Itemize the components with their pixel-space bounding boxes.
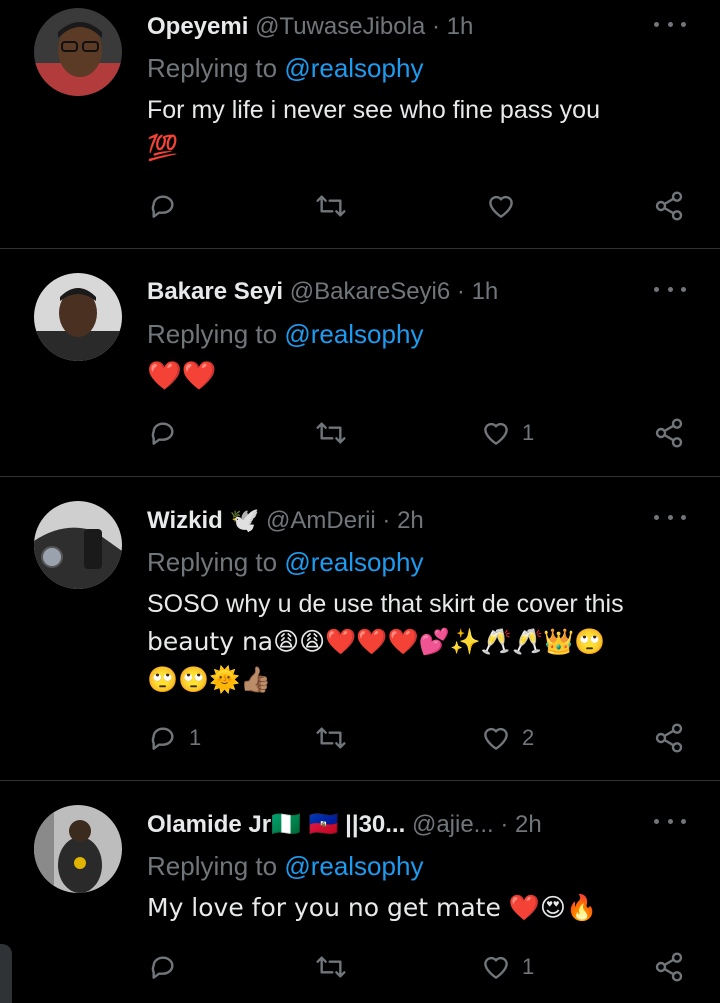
tweet-text: For my life i never see who fine pass yo… — [147, 91, 697, 167]
replying-to-label: Replying to — [147, 319, 278, 349]
user-handle[interactable]: @AmDerii — [266, 507, 376, 534]
like-count: 2 — [522, 725, 535, 750]
more-icon[interactable] — [654, 279, 686, 299]
separator-dot: · — [431, 13, 440, 40]
tweet-text: My love for you no get mate ❤️😍🔥 — [147, 889, 697, 927]
reply-count: 1 — [189, 725, 202, 750]
heart-icon — [489, 195, 513, 218]
avatar[interactable] — [34, 273, 122, 361]
share-icon — [655, 191, 683, 221]
replying-to-label: Replying to — [147, 851, 278, 881]
display-name[interactable]: Wizkid — [147, 507, 223, 534]
mention-link[interactable]: @realsophy — [284, 851, 423, 881]
retweet-button[interactable] — [315, 417, 357, 449]
reply-button[interactable]: 1 — [147, 722, 201, 754]
tweet-text-line: 🙄🙄🌞👍🏽 — [147, 665, 272, 694]
name-emoji: 🕊️ — [229, 506, 260, 534]
more-icon[interactable] — [654, 811, 686, 831]
separator-dot: · — [382, 507, 391, 534]
avatar[interactable] — [34, 805, 122, 893]
separator-dot: · — [456, 278, 465, 305]
heart-icon — [484, 422, 508, 445]
tweet-text-line: beauty na😩😩❤️❤️❤️💕✨🥂🥂👑🙄 — [147, 627, 606, 656]
retweet-icon — [316, 422, 346, 444]
avatar[interactable] — [34, 501, 122, 589]
replying-to: Replying to @realsophy — [147, 851, 423, 881]
mention-link[interactable]: @realsophy — [284, 53, 423, 83]
action-bar: 1 2 — [147, 722, 687, 758]
action-bar: 1 — [147, 951, 687, 987]
reply-icon — [151, 727, 174, 750]
like-button[interactable] — [485, 190, 527, 222]
mention-link[interactable]: @realsophy — [284, 319, 423, 349]
retweet-button[interactable] — [315, 190, 357, 222]
timestamp[interactable]: 2h — [515, 811, 542, 838]
replying-to: Replying to @realsophy — [147, 319, 423, 349]
reply-button[interactable] — [147, 417, 189, 449]
action-bar: 1 — [147, 417, 687, 453]
like-button[interactable]: 1 — [480, 951, 534, 983]
separator-dot: · — [500, 811, 509, 838]
scrollbar-handle[interactable] — [0, 944, 12, 1003]
user-handle[interactable]: @ajie... — [412, 811, 494, 838]
like-count: 1 — [522, 420, 535, 445]
more-icon[interactable] — [654, 14, 686, 34]
avatar[interactable] — [34, 8, 122, 96]
user-handle[interactable]: @BakareSeyi6 — [290, 278, 450, 305]
tweet[interactable]: Olamide Jr🇳🇬 🇭🇹 ||30... @ajie... · 2h Re… — [0, 781, 720, 1003]
share-icon — [655, 723, 683, 753]
tweet[interactable]: Wizkid 🕊️ @AmDerii · 2h Replying to @rea… — [0, 477, 720, 780]
tweet-text: SOSO why u de use that skirt de cover th… — [147, 585, 697, 699]
reply-button[interactable] — [147, 951, 189, 983]
tweet-text-line: My love for you no get mate ❤️😍🔥 — [147, 893, 598, 922]
retweet-button[interactable] — [315, 951, 357, 983]
display-name-suffix[interactable]: ||30... — [345, 811, 405, 838]
display-name[interactable]: Olamide Jr — [147, 811, 271, 838]
replying-to-label: Replying to — [147, 53, 278, 83]
display-name[interactable]: Bakare Seyi — [147, 278, 283, 305]
tweet-text: ❤️❤️ — [147, 357, 697, 395]
timestamp[interactable]: 1h — [472, 278, 499, 305]
retweet-icon — [316, 727, 346, 749]
share-icon — [655, 418, 683, 448]
tweet-text-line: 💯 — [147, 133, 179, 162]
retweet-icon — [316, 956, 346, 978]
reply-icon — [151, 956, 174, 979]
share-button[interactable] — [653, 190, 685, 222]
retweet-icon — [316, 195, 346, 217]
mention-link[interactable]: @realsophy — [284, 547, 423, 577]
reply-icon — [151, 422, 174, 445]
display-name[interactable]: Opeyemi — [147, 13, 248, 40]
share-button[interactable] — [653, 417, 685, 449]
timestamp[interactable]: 1h — [447, 13, 474, 40]
share-button[interactable] — [653, 722, 685, 754]
heart-icon — [484, 956, 508, 979]
tweet-text-line: SOSO why u de use that skirt de cover th… — [147, 590, 624, 618]
reply-button[interactable] — [147, 190, 189, 222]
tweet-text-line: For my life i never see who fine pass yo… — [147, 96, 600, 124]
tweet[interactable]: Opeyemi @TuwaseJibola · 1h Replying to @… — [0, 0, 720, 248]
replying-to: Replying to @realsophy — [147, 547, 423, 577]
more-icon[interactable] — [654, 507, 686, 527]
name-emoji: 🇳🇬 🇭🇹 — [271, 810, 339, 838]
heart-icon — [484, 727, 508, 750]
replying-to: Replying to @realsophy — [147, 53, 423, 83]
tweet-text-line: ❤️❤️ — [147, 359, 217, 392]
like-count: 1 — [522, 954, 535, 979]
reply-icon — [151, 195, 174, 218]
timestamp[interactable]: 2h — [397, 507, 424, 534]
replying-to-label: Replying to — [147, 547, 278, 577]
action-bar — [147, 190, 687, 226]
like-button[interactable]: 1 — [480, 417, 534, 449]
tweet[interactable]: Bakare Seyi @BakareSeyi6 · 1h Replying t… — [0, 249, 720, 476]
like-button[interactable]: 2 — [480, 722, 534, 754]
share-button[interactable] — [653, 951, 685, 983]
user-handle[interactable]: @TuwaseJibola — [255, 13, 425, 40]
retweet-button[interactable] — [315, 722, 357, 754]
share-icon — [655, 952, 683, 982]
